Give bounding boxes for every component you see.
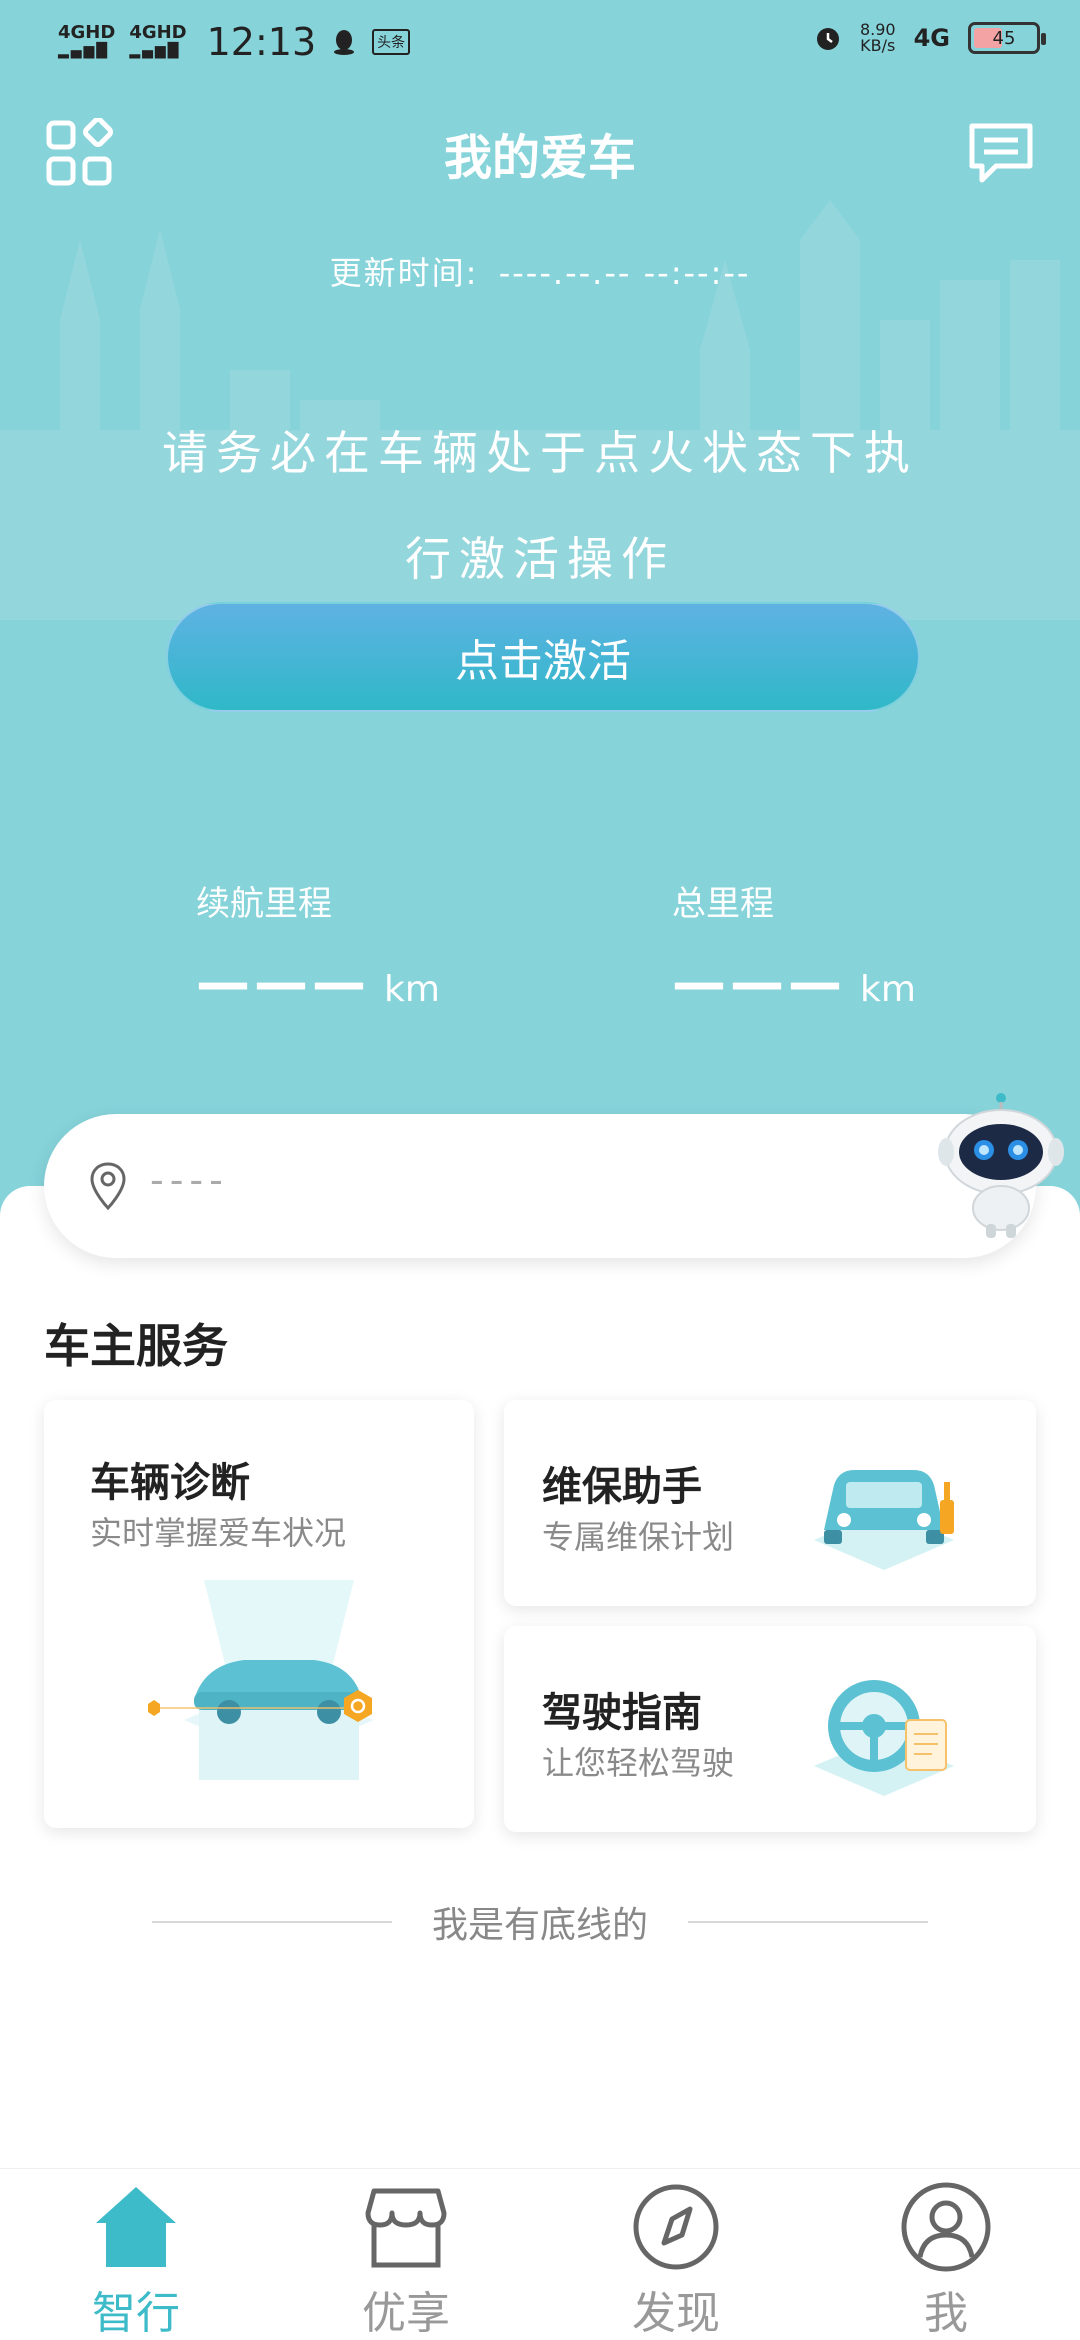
total-mileage-unit: km (860, 969, 916, 1010)
clock: 12:13 (206, 20, 317, 64)
alarm-clock-icon (816, 28, 839, 50)
driving-guide-title: 驾驶指南 (542, 1690, 702, 1736)
hero-background: 4GHD ▂▄▆█ 4GHD ▂▄▆█ 12:13 头条 8.90 KB/s 4… (0, 0, 1080, 1240)
robot-assistant-icon[interactable] (934, 1090, 1068, 1240)
home-icon (96, 2187, 176, 2267)
signal-indicator-2: 4GHD ▂▄▆█ (129, 22, 187, 60)
driving-guide-subtitle: 让您轻松驾驶 (542, 1744, 735, 1782)
range-stat: 续航里程 ——— km (196, 876, 440, 1014)
activation-notice: 请务必在车辆处于点火状态下执行激活操作 (162, 426, 918, 586)
vehicle-diagnosis-card[interactable]: 车辆诊断 实时掌握爱车状况 (44, 1400, 474, 1828)
end-of-list-divider: 我是有底线的 (0, 1896, 1080, 1948)
maintenance-assistant-card[interactable]: 维保助手 专属维保计划 (504, 1400, 1036, 1606)
tab-home[interactable]: 智行 (46, 2179, 226, 2339)
maintenance-assistant-subtitle: 专属维保计划 (542, 1518, 735, 1556)
battery-indicator: 45 (968, 22, 1046, 54)
location-pin-icon (90, 1162, 126, 1211)
update-time: 更新时间: ----.--.-- --:--:-- (329, 254, 751, 292)
network-speed: 8.90 KB/s (859, 20, 896, 55)
message-icon[interactable] (966, 118, 1036, 188)
total-mileage-value: ——— (672, 951, 846, 1014)
vehicle-diagnosis-title: 车辆诊断 (90, 1460, 250, 1506)
end-of-list-text: 我是有底线的 (431, 1905, 648, 1946)
services-section-title: 车主服务 (44, 1319, 228, 1373)
status-bar: 4GHD ▂▄▆█ 4GHD ▂▄▆█ 12:13 头条 8.90 KB/s 4… (0, 0, 1080, 84)
total-mileage-label: 总里程 (672, 884, 774, 924)
activate-button[interactable]: 点击激活 (166, 602, 920, 712)
qq-penguin-icon (334, 30, 355, 55)
store-icon (365, 2188, 447, 2268)
tab-store[interactable]: 优享 (316, 2179, 496, 2339)
range-unit: km (384, 969, 440, 1010)
page-title: 我的爱车 (443, 130, 636, 186)
toutiao-badge: 头条 (372, 29, 411, 55)
range-value: ——— (196, 951, 370, 1014)
maintenance-assistant-title: 维保助手 (542, 1464, 702, 1510)
signal-indicator-1: 4GHD ▂▄▆█ (58, 22, 116, 60)
tab-discover[interactable]: 发现 (586, 2179, 766, 2339)
bottom-tab-bar: 智行 优享 发现 我 (0, 2168, 1080, 2340)
car-diagnosis-illustration (148, 1580, 374, 1780)
user-icon (901, 2182, 991, 2272)
network-type: 4G (913, 24, 950, 52)
steering-wheel-illustration (814, 1680, 954, 1796)
driving-guide-card[interactable]: 驾驶指南 让您轻松驾驶 (504, 1626, 1036, 1832)
tab-me[interactable]: 我 (856, 2179, 1036, 2339)
location-text: ---- (150, 1158, 229, 1202)
location-bar[interactable]: ---- (44, 1114, 1036, 1258)
car-maintenance-illustration (814, 1470, 954, 1570)
vehicle-diagnosis-subtitle: 实时掌握爱车状况 (90, 1514, 347, 1552)
total-mileage-stat: 总里程 ——— km (672, 876, 916, 1014)
compass-icon (633, 2184, 719, 2270)
range-label: 续航里程 (196, 884, 332, 924)
